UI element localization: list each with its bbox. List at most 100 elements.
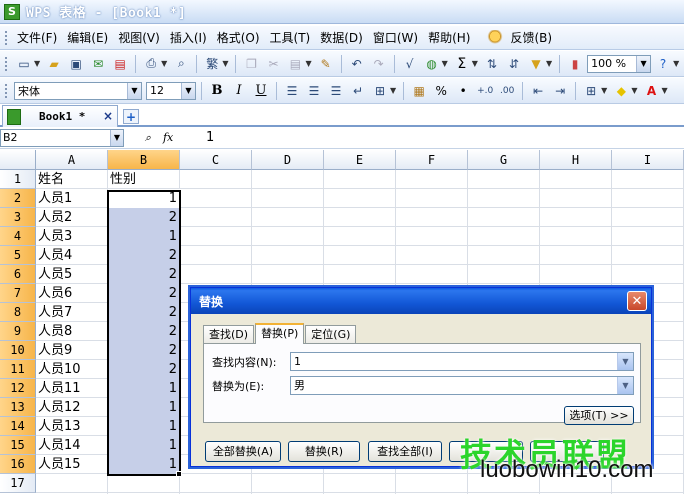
insert-function-button[interactable]: fx <box>163 131 173 145</box>
sort-descending-icon[interactable]: ⇵ <box>504 54 524 74</box>
column-header-d[interactable]: D <box>252 150 324 170</box>
tab-replace[interactable]: 替换(P) <box>255 323 305 344</box>
replace-input[interactable]: 男 ▼ <box>290 376 634 395</box>
row-header-8[interactable]: 8 <box>0 303 36 322</box>
menu-window[interactable]: 窗口(W) <box>368 28 423 48</box>
row-header-10[interactable]: 10 <box>0 341 36 360</box>
decrease-decimal-icon[interactable]: .00 <box>497 81 517 101</box>
row-header-15[interactable]: 15 <box>0 436 36 455</box>
font-size-select[interactable]: 12 ▼ <box>146 81 196 100</box>
close-icon[interactable]: × <box>103 109 113 123</box>
menu-view[interactable]: 视图(V) <box>113 28 165 48</box>
options-button[interactable]: 选项(T) >> <box>564 406 634 425</box>
chevron-down-icon[interactable]: ▼ <box>617 377 633 394</box>
menu-tools[interactable]: 工具(T) <box>265 28 316 48</box>
row-header-7[interactable]: 7 <box>0 284 36 303</box>
open-folder-icon[interactable]: ▰ <box>44 54 64 74</box>
select-all-corner[interactable] <box>0 150 36 170</box>
currency-icon[interactable]: ▦ <box>409 81 429 101</box>
cell-b11[interactable]: 2 <box>108 360 180 379</box>
row-header-16[interactable]: 16 <box>0 455 36 474</box>
italic-button[interactable]: I <box>229 81 249 101</box>
menu-format[interactable]: 格式(O) <box>212 28 265 48</box>
column-header-h[interactable]: H <box>540 150 612 170</box>
chevron-down-icon[interactable]: ▼ <box>110 129 123 146</box>
hyperlink-icon[interactable]: ◍ <box>422 54 442 74</box>
percent-button[interactable]: % <box>431 81 451 101</box>
copy-icon[interactable]: ❐ <box>241 54 261 74</box>
formula-input[interactable]: 1 <box>194 130 214 145</box>
bold-button[interactable]: B <box>207 81 227 101</box>
cell-a10[interactable]: 人员9 <box>36 341 108 360</box>
replace-all-button[interactable]: 全部替换(A) <box>205 441 281 462</box>
menu-help[interactable]: 帮助(H) <box>423 28 475 48</box>
row-header-9[interactable]: 9 <box>0 322 36 341</box>
cell-b9[interactable]: 2 <box>108 322 180 341</box>
find-previous-button[interactable] <box>449 441 523 462</box>
redo-icon[interactable]: ↷ <box>369 54 389 74</box>
cell-a11[interactable]: 人员10 <box>36 360 108 379</box>
chevron-down-icon[interactable]: ▼ <box>390 86 396 95</box>
borders-icon[interactable]: ⊞ <box>581 81 601 101</box>
chevron-down-icon[interactable]: ▼ <box>442 59 448 68</box>
cell-a4[interactable]: 人员3 <box>36 227 108 246</box>
chevron-down-icon[interactable]: ▼ <box>161 59 167 68</box>
merge-cells-icon[interactable]: ⊞ <box>370 81 390 101</box>
cell-b1[interactable]: 性别 <box>108 170 180 189</box>
traditional-chinese-icon[interactable]: 繁 <box>202 54 222 74</box>
thousands-separator-icon[interactable]: • <box>453 81 473 101</box>
cell-b12[interactable]: 1 <box>108 379 180 398</box>
fill-handle[interactable] <box>176 471 182 477</box>
cell-a1[interactable]: 姓名 <box>36 170 108 189</box>
find-next-button[interactable] <box>530 441 604 462</box>
chevron-down-icon[interactable]: ▼ <box>222 59 228 68</box>
replace-button[interactable]: 替换(R) <box>288 441 360 462</box>
cell-b7[interactable]: 2 <box>108 284 180 303</box>
cell-b10[interactable]: 2 <box>108 341 180 360</box>
menu-insert[interactable]: 插入(I) <box>165 28 212 48</box>
toolbar-grip-handle[interactable] <box>4 82 8 99</box>
print-preview-icon[interactable]: ⌕ <box>171 54 191 74</box>
chevron-down-icon[interactable]: ▼ <box>673 59 679 68</box>
chevron-down-icon[interactable]: ▼ <box>631 86 637 95</box>
font-name-select[interactable]: 宋体 ▼ <box>14 81 142 100</box>
align-center-icon[interactable]: ☰ <box>304 81 324 101</box>
zoom-lens-icon[interactable]: ⌕ <box>145 131 151 145</box>
increase-decimal-icon[interactable]: +.0 <box>475 81 495 101</box>
increase-indent-icon[interactable]: ⇥ <box>550 81 570 101</box>
chevron-down-icon[interactable]: ▼ <box>661 86 667 95</box>
help-icon[interactable]: ? <box>653 54 673 74</box>
cell-a6[interactable]: 人员5 <box>36 265 108 284</box>
cell-b3[interactable]: 2 <box>108 208 180 227</box>
row-header-14[interactable]: 14 <box>0 417 36 436</box>
column-header-e[interactable]: E <box>324 150 396 170</box>
autosum-icon[interactable]: Σ <box>452 54 472 74</box>
add-tab-button[interactable]: + <box>123 109 139 124</box>
font-color-icon[interactable]: A <box>641 81 661 101</box>
chart-icon[interactable]: ▮ <box>565 54 585 74</box>
cell-b8[interactable]: 2 <box>108 303 180 322</box>
send-mail-icon[interactable]: ✉ <box>88 54 108 74</box>
menu-feedback[interactable]: 反馈(B) <box>505 28 557 48</box>
cell-a14[interactable]: 人员13 <box>36 417 108 436</box>
row-header-17[interactable]: 17 <box>0 474 36 493</box>
cell-a13[interactable]: 人员12 <box>36 398 108 417</box>
cell-a7[interactable]: 人员6 <box>36 284 108 303</box>
menu-grip-handle[interactable] <box>4 29 8 46</box>
cell-a2[interactable]: 人员1 <box>36 189 108 208</box>
column-header-b[interactable]: B <box>108 150 180 170</box>
column-header-f[interactable]: F <box>396 150 468 170</box>
fill-color-icon[interactable]: ◆ <box>611 81 631 101</box>
save-icon[interactable]: ▣ <box>66 54 86 74</box>
chevron-down-icon[interactable]: ▼ <box>472 59 478 68</box>
name-box[interactable]: B2 ▼ <box>0 128 124 147</box>
row-header-13[interactable]: 13 <box>0 398 36 417</box>
chevron-down-icon[interactable]: ▼ <box>546 59 552 68</box>
chevron-down-icon[interactable]: ▼ <box>305 59 311 68</box>
cell-b15[interactable]: 1 <box>108 436 180 455</box>
format-painter-icon[interactable]: ✎ <box>316 54 336 74</box>
filter-icon[interactable]: ▼ <box>526 54 546 74</box>
chevron-down-icon[interactable]: ▼ <box>34 59 40 68</box>
cell-a12[interactable]: 人员11 <box>36 379 108 398</box>
dialog-close-button[interactable]: ✕ <box>627 291 647 311</box>
